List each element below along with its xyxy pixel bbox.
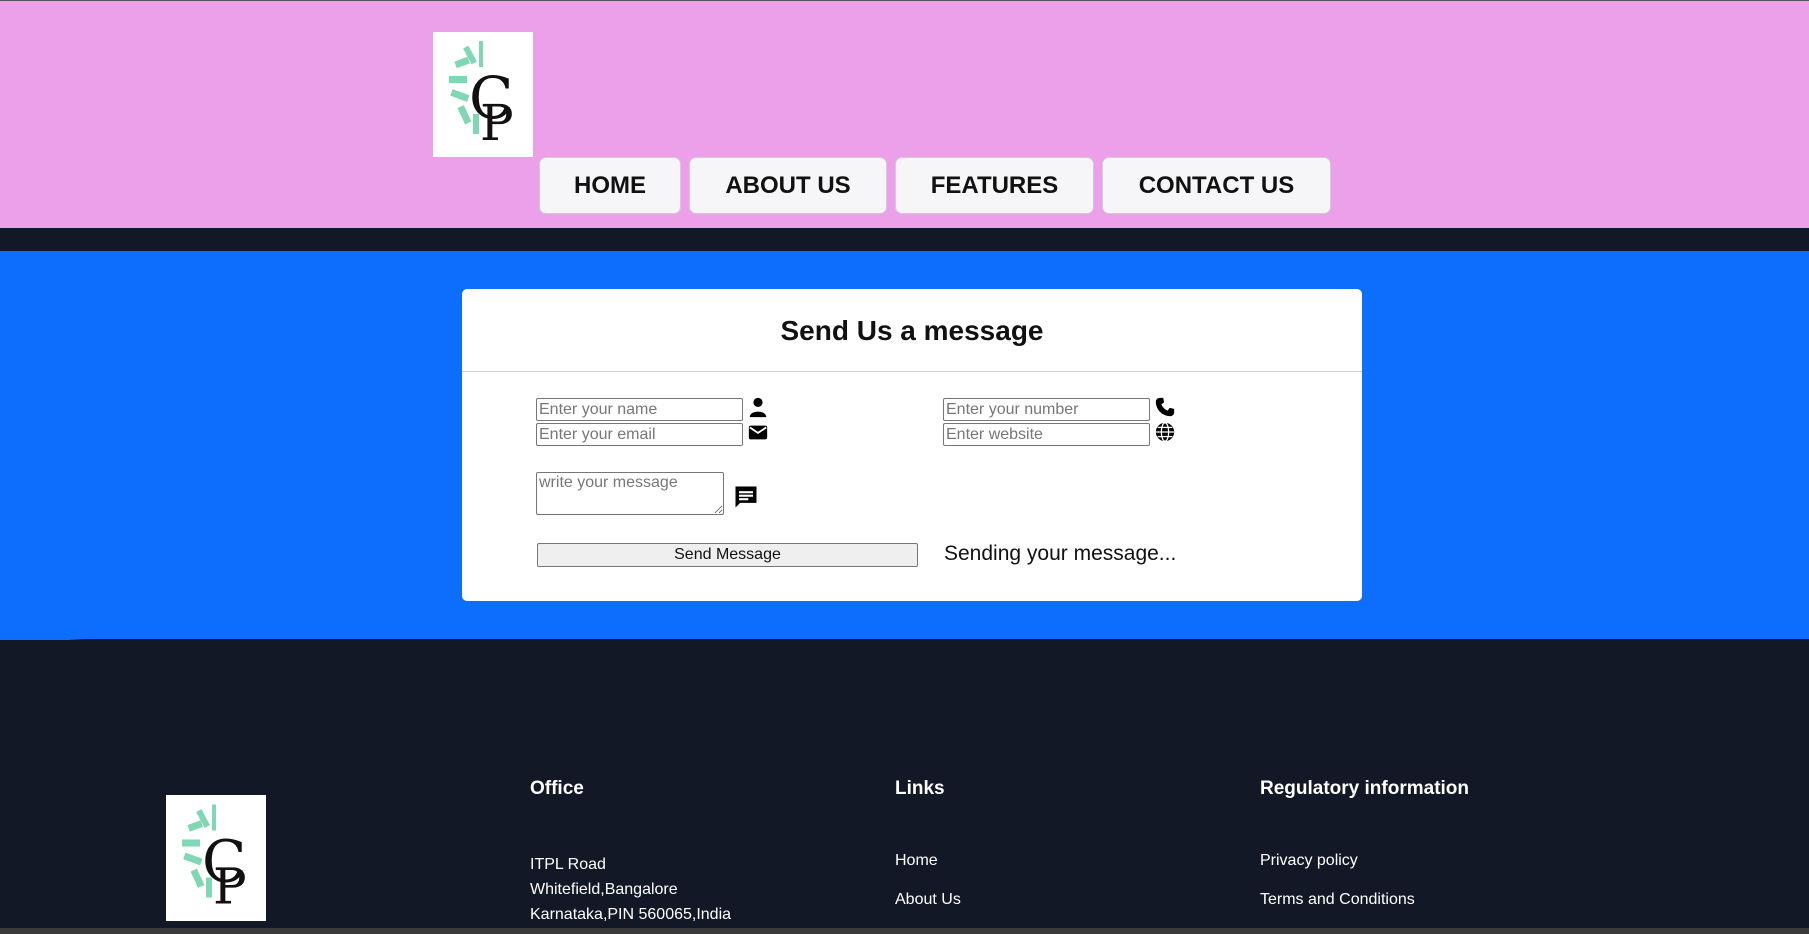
phone-icon: [1155, 397, 1175, 417]
nav-about-button[interactable]: ABOUT US: [689, 157, 887, 214]
send-message-button[interactable]: Send Message: [537, 543, 918, 567]
footer-office-column: Office ITPL Road Whitefield,Bangalore Ka…: [530, 778, 731, 927]
regulatory-heading: Regulatory information: [1260, 778, 1470, 799]
footer-link-privacy[interactable]: Privacy policy: [1260, 852, 1469, 870]
footer-links-column: Links Home About Us: [895, 778, 961, 909]
footer-link-home[interactable]: Home: [895, 852, 961, 870]
nav-home-button[interactable]: HOME: [539, 157, 681, 214]
svg-text:P: P: [480, 94, 514, 152]
form-title: Send Us a message: [780, 315, 1044, 346]
nav-features-button[interactable]: FEATURES: [895, 157, 1094, 214]
website-input[interactable]: [943, 423, 1150, 446]
nav-contact-button[interactable]: CONTACT US: [1102, 157, 1331, 214]
footer-logo[interactable]: C P: [166, 795, 266, 921]
header-logo[interactable]: C P: [433, 32, 533, 157]
main-nav: HOME ABOUT US FEATURES CONTACT US: [539, 157, 1331, 214]
footer-regulatory-column: Regulatory information Privacy policy Te…: [1260, 778, 1469, 909]
logo-icon: C P: [182, 804, 247, 916]
envelope-icon: [748, 425, 768, 440]
sending-status-text: Sending your message...: [944, 542, 1177, 565]
logo-icon: C P: [449, 41, 514, 152]
contact-form-card: Send Us a message Send Message Sending y…: [462, 289, 1362, 601]
number-input[interactable]: [943, 398, 1150, 421]
footer-link-terms[interactable]: Terms and Conditions: [1260, 891, 1469, 909]
links-heading: Links: [895, 778, 945, 799]
email-input[interactable]: [536, 423, 743, 446]
header-divider: [0, 228, 1809, 251]
office-heading: Office: [530, 778, 584, 799]
form-divider: [462, 371, 1362, 372]
office-address-line: Whitefield,Bangalore: [530, 881, 678, 898]
bottom-edge: [0, 928, 1809, 934]
office-address-line: ITPL Road: [530, 856, 606, 873]
message-icon: [735, 486, 757, 508]
globe-icon: [1155, 422, 1175, 442]
name-input[interactable]: [536, 398, 743, 421]
message-textarea[interactable]: [536, 472, 724, 515]
footer-link-about[interactable]: About Us: [895, 891, 961, 909]
office-address-line: Karnataka,PIN 560065,India: [530, 906, 732, 923]
svg-text:P: P: [213, 858, 247, 916]
user-icon: [749, 397, 767, 418]
